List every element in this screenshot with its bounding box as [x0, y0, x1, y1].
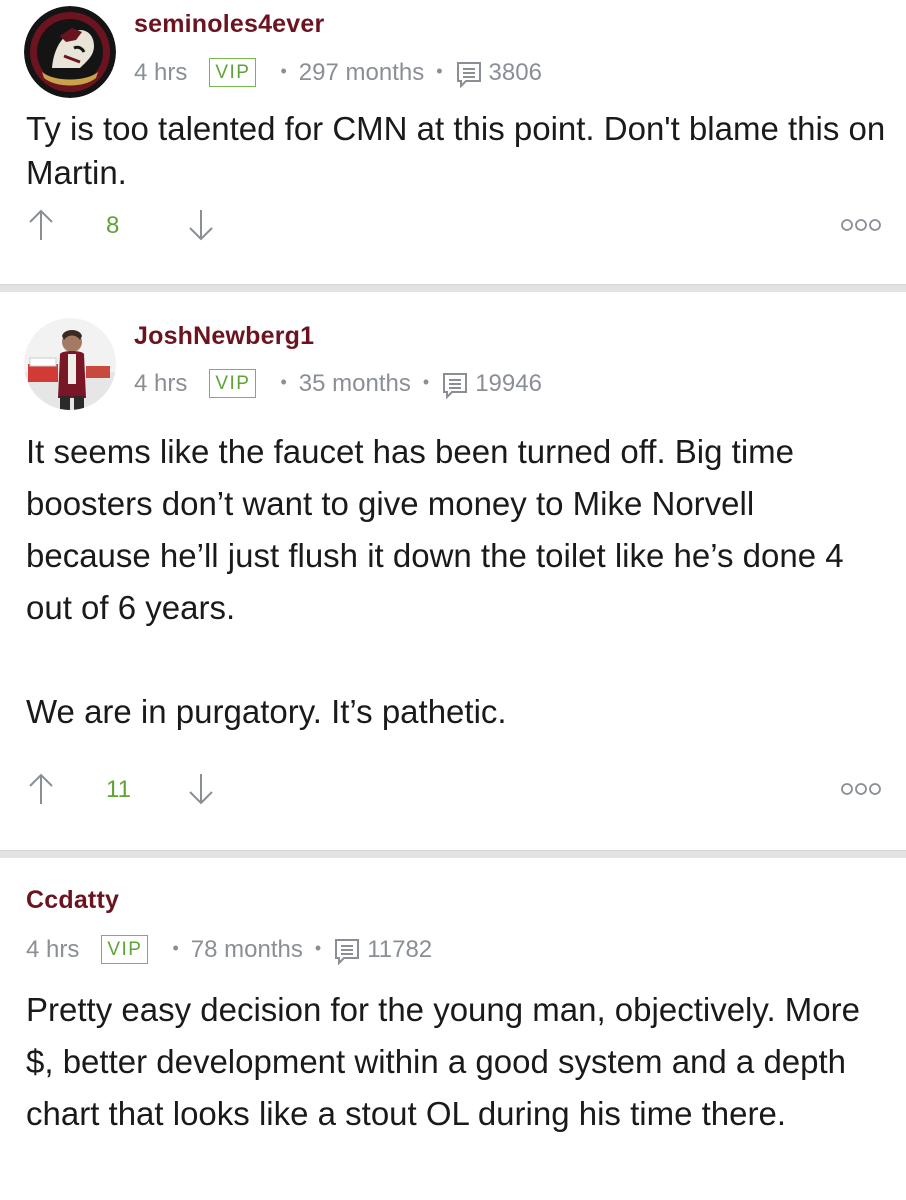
post-paragraph: Pretty easy decision for the young man, …: [26, 991, 860, 1132]
post-time: 4 hrs: [134, 369, 188, 397]
post-meta: 4 hrs VIP • 35 months • 19946: [134, 369, 542, 399]
more-options-icon[interactable]: [840, 218, 882, 232]
seminole-logo-avatar-icon: [24, 6, 116, 98]
post-divider: [0, 850, 906, 858]
post-paragraph: We are in purgatory. It’s pathetic.: [26, 693, 507, 730]
username[interactable]: Ccdatty: [26, 886, 119, 915]
post-count: 3806: [488, 58, 542, 86]
post-1: seminoles4ever 4 hrs VIP • 297 months • …: [0, 0, 906, 284]
post-divider: [0, 284, 906, 292]
separator-dot: •: [314, 938, 322, 958]
vote-row: 8: [26, 208, 882, 248]
separator-dot: •: [280, 372, 287, 392]
username[interactable]: JoshNewberg1: [134, 322, 314, 351]
message-count-icon: [455, 60, 483, 88]
post-body: Pretty easy decision for the young man, …: [26, 984, 896, 1140]
post-count: 11782: [367, 935, 433, 963]
message-count-icon: [333, 937, 361, 965]
post-paragraph: Ty is too talented for CMN at this point…: [26, 110, 886, 191]
arrow-down-icon[interactable]: [188, 772, 214, 806]
post-2: JoshNewberg1 4 hrs VIP • 35 months • 199…: [0, 292, 906, 848]
username[interactable]: seminoles4ever: [134, 10, 324, 39]
post-time: 4 hrs: [134, 58, 188, 86]
arrow-down-icon[interactable]: [188, 208, 214, 242]
vote-count: 8: [106, 212, 120, 239]
more-options-icon[interactable]: [840, 782, 882, 796]
post-meta: 4 hrs VIP • 297 months • 3806: [134, 58, 542, 88]
arrow-up-icon[interactable]: [28, 772, 54, 806]
vip-badge: VIP: [209, 58, 257, 87]
separator-dot: •: [422, 372, 430, 392]
vote-count: 11: [106, 776, 131, 803]
post-body: Ty is too talented for CMN at this point…: [26, 107, 886, 195]
post-meta: 4 hrs VIP • 78 months • 11782: [26, 935, 433, 965]
avatar[interactable]: [24, 6, 116, 98]
post-paragraph: It seems like the faucet has been turned…: [26, 433, 844, 626]
message-count-icon: [441, 371, 469, 399]
vote-row: 11: [26, 772, 882, 812]
member-tenure: 78 months: [190, 935, 303, 963]
separator-dot: •: [436, 61, 443, 81]
vip-badge: VIP: [101, 935, 149, 964]
post-body: It seems like the faucet has been turned…: [26, 426, 886, 738]
post-time: 4 hrs: [26, 935, 80, 963]
member-tenure: 297 months: [298, 58, 425, 86]
arrow-up-icon[interactable]: [28, 208, 54, 242]
avatar[interactable]: [24, 318, 116, 410]
post-3: Ccdatty 4 hrs VIP • 78 months • 11782 Pr…: [0, 858, 906, 1200]
separator-dot: •: [172, 938, 179, 958]
separator-dot: •: [280, 61, 287, 81]
member-tenure: 35 months: [298, 369, 411, 397]
vip-badge: VIP: [209, 369, 257, 398]
user-photo-avatar-icon: [24, 318, 116, 410]
post-count: 19946: [475, 369, 542, 397]
